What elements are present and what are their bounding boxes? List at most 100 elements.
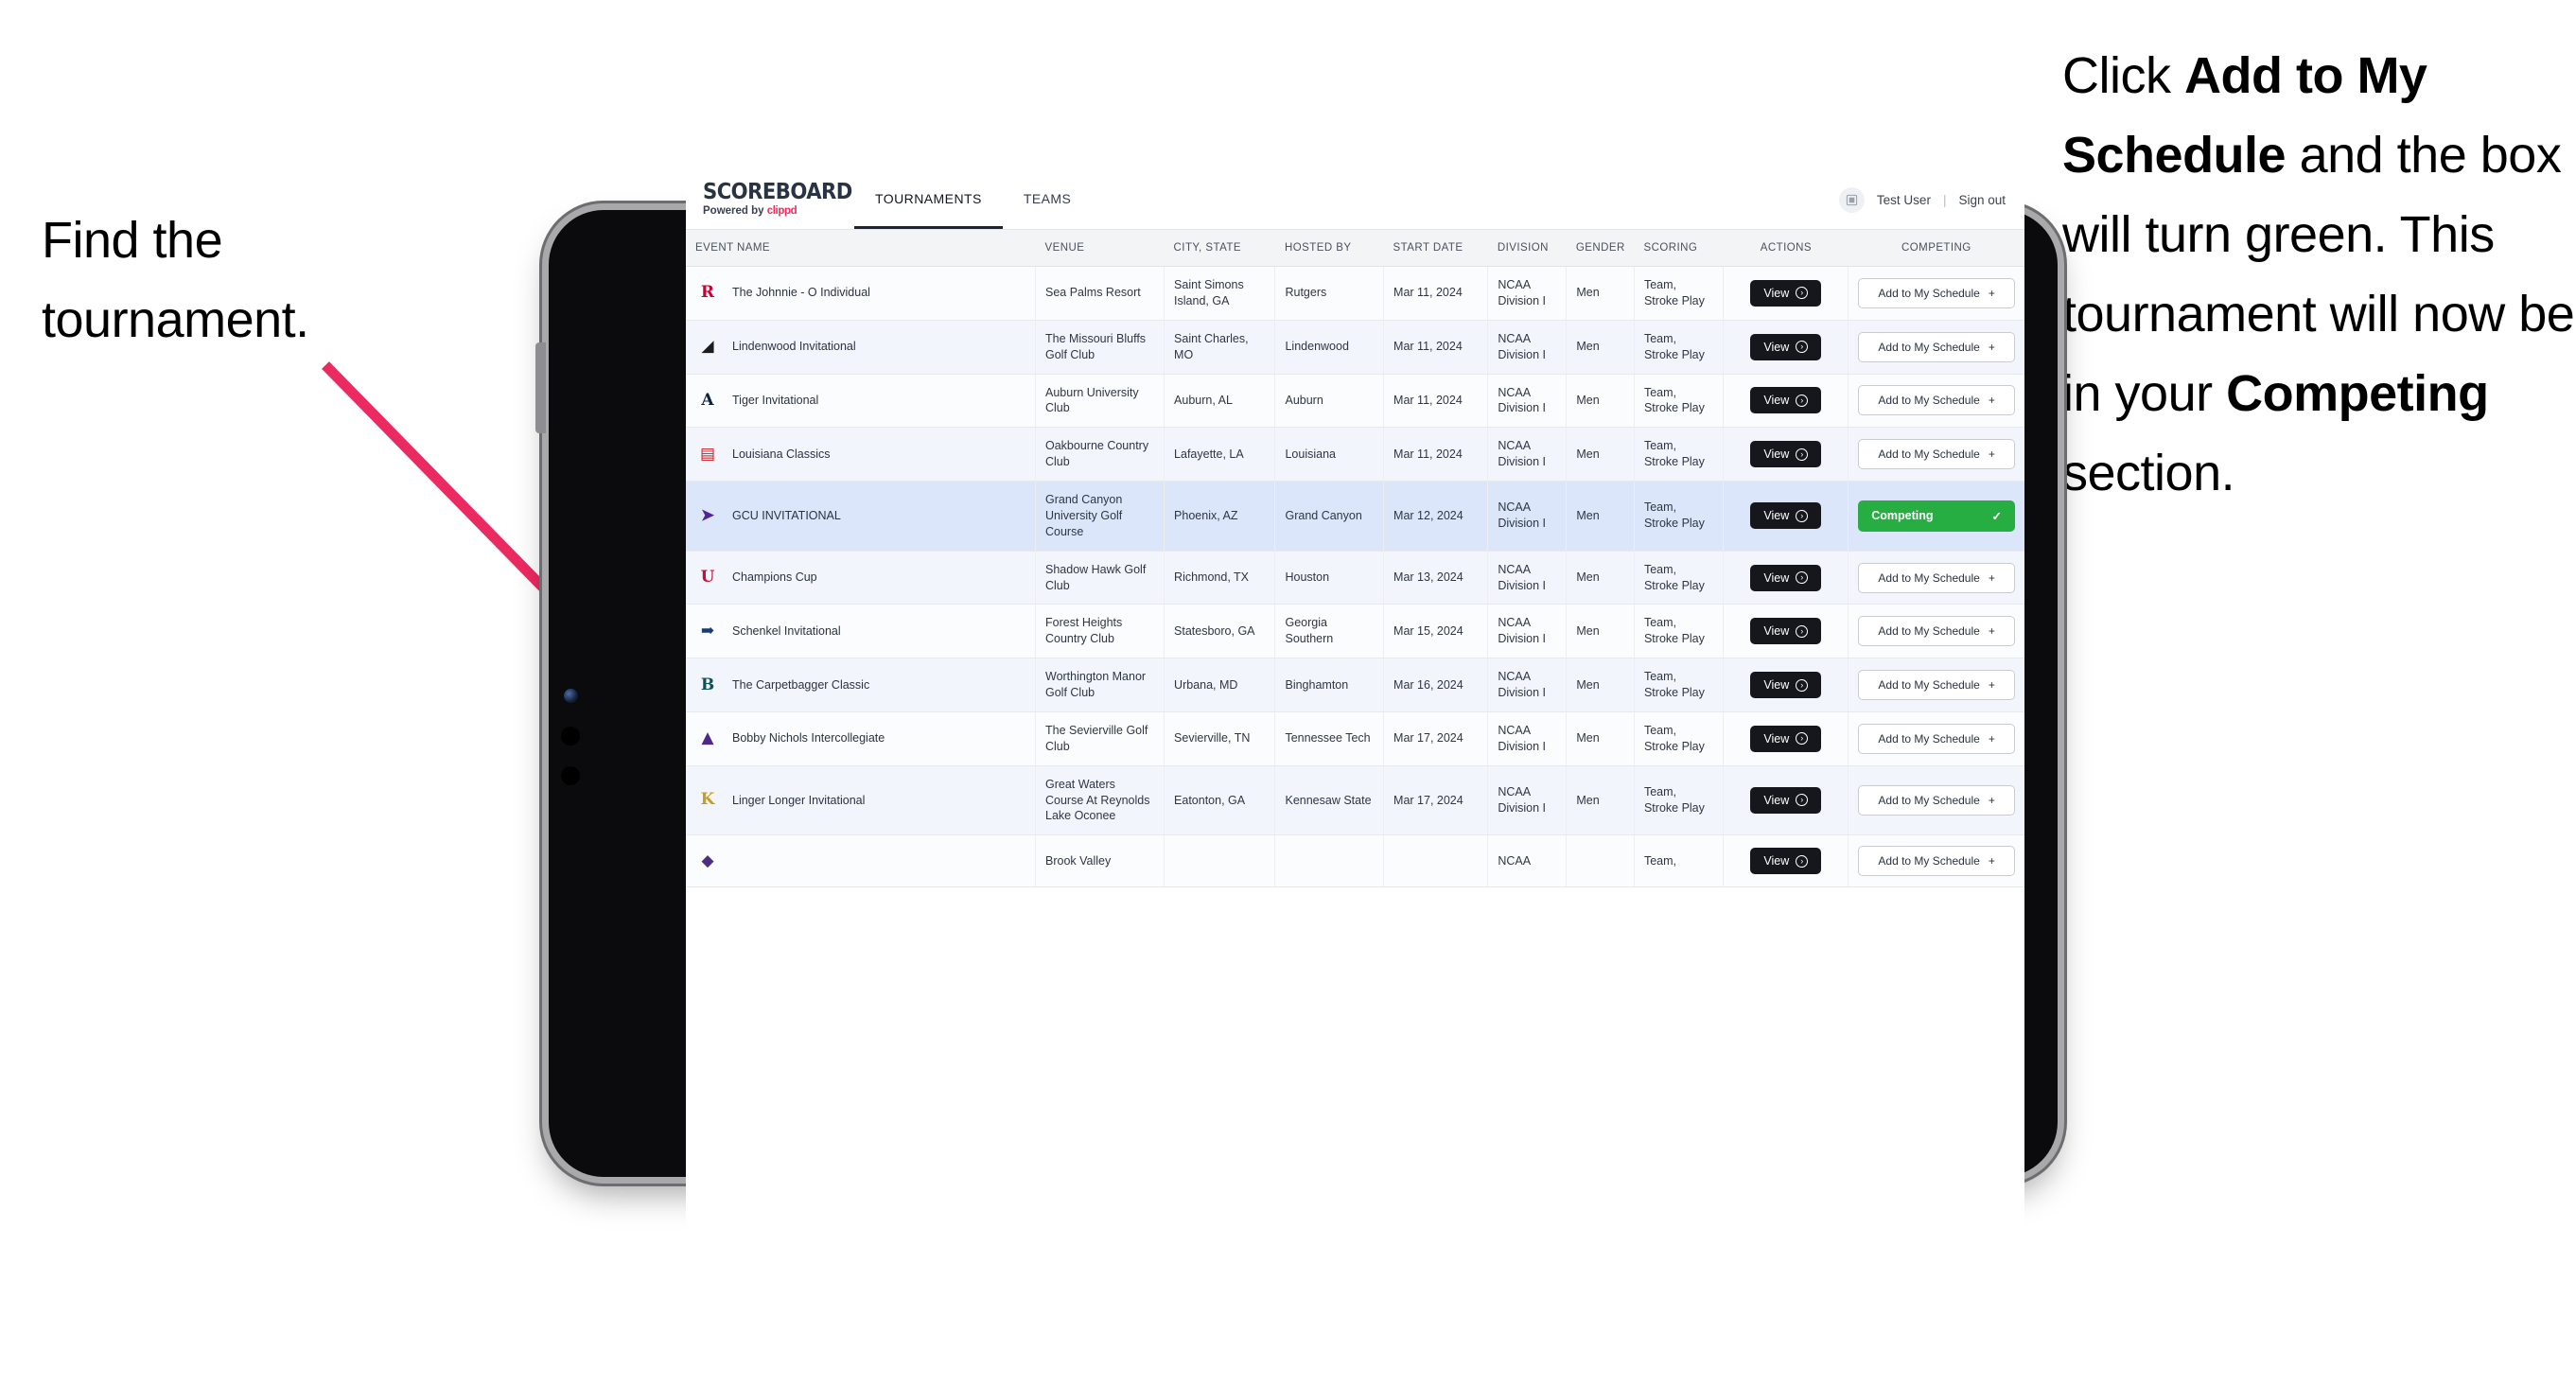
th-gender[interactable]: GENDER [1566,230,1635,267]
cell-event-name: R The Johnnie - O Individual [686,266,1036,321]
arrow-right-circle-icon: › [1796,854,1809,868]
table-row[interactable]: ▤ Louisiana Classics Oakbourne Country C… [686,427,2024,482]
cell-division: NCAA Division I [1487,711,1568,766]
view-button[interactable]: View › [1750,333,1822,360]
view-button[interactable]: View › [1750,672,1822,698]
cell-start-date: Mar 11, 2024 [1383,374,1489,429]
th-venue[interactable]: VENUE [1035,230,1165,267]
event-name[interactable]: Champions Cup [732,570,817,586]
th-hosted-by[interactable]: HOSTED BY [1274,230,1384,267]
view-button[interactable]: View › [1750,725,1822,752]
account-area: Test User | Sign out [1838,171,2024,229]
th-event-name[interactable]: EVENT NAME [686,230,1036,267]
team-logo-icon: ◆ [701,851,714,870]
table-row[interactable]: U Champions Cup Shadow Hawk Golf Club Ri… [686,551,2024,605]
cell-division: NCAA Division I [1487,374,1568,429]
cell-hosted-by: Rutgers [1274,266,1385,321]
annotation-left: Find the tournament. [42,201,439,360]
cell-venue: Brook Valley [1035,834,1165,888]
th-division[interactable]: DIVISION [1487,230,1567,267]
brand-logo[interactable]: SCOREBOARD Powered by clippd [686,171,854,229]
check-icon: ✓ [1991,509,2002,523]
cell-event-name: ➤ GCU INVITATIONAL [686,481,1036,552]
cell-division: NCAA [1487,834,1568,888]
add-to-my-schedule-button[interactable]: Add to My Schedule + [1858,439,2015,470]
sign-out-link[interactable]: Sign out [1958,193,2006,207]
add-to-my-schedule-label: Add to My Schedule [1878,678,1980,692]
view-label: View [1763,624,1790,639]
event-name[interactable]: Lindenwood Invitational [732,339,856,355]
team-logo-icon: ➤ [700,505,715,525]
view-button[interactable]: View › [1750,387,1822,414]
tournaments-table: EVENT NAME VENUE CITY, STATE HOSTED BY S… [686,230,2024,888]
event-name[interactable]: Tiger Invitational [732,393,818,409]
view-label: View [1763,340,1790,354]
cell-start-date: Mar 11, 2024 [1383,266,1489,321]
add-to-my-schedule-button[interactable]: Add to My Schedule + [1858,723,2015,754]
view-button[interactable]: View › [1750,618,1822,645]
event-name[interactable]: Bobby Nichols Intercollegiate [732,730,885,746]
add-to-my-schedule-button[interactable]: Add to My Schedule + [1858,277,2015,308]
cell-actions: View › [1723,551,1849,605]
table-row[interactable]: K Linger Longer Invitational Great Water… [686,765,2024,836]
th-start-date[interactable]: START DATE [1383,230,1488,267]
plus-icon: + [1988,678,1995,692]
table-row[interactable]: ◆ Brook Valley NCAA Team, View › Add to … [686,834,2024,888]
add-to-my-schedule-button[interactable]: Add to My Schedule + [1858,331,2015,362]
cell-actions: View › [1723,765,1849,836]
annotation-right-part1: Click [2062,47,2184,104]
event-name[interactable]: Linger Longer Invitational [732,793,865,809]
cell-actions: View › [1723,604,1849,659]
view-button[interactable]: View › [1750,848,1822,875]
add-to-my-schedule-button[interactable]: Add to My Schedule + [1858,784,2015,816]
event-name[interactable]: The Carpetbagger Classic [732,677,869,693]
view-button[interactable]: View › [1750,786,1822,814]
annotation-right-part3: section. [2062,445,2235,501]
add-to-my-schedule-button[interactable]: Add to My Schedule + [1858,562,2015,593]
cell-venue: Forest Heights Country Club [1035,604,1165,659]
table-body: R The Johnnie - O Individual Sea Palms R… [686,266,2024,888]
add-to-my-schedule-button[interactable]: Add to My Schedule + [1858,385,2015,416]
table-row[interactable]: A Tiger Invitational Auburn University C… [686,374,2024,429]
cell-actions: View › [1723,374,1849,429]
add-to-my-schedule-button[interactable]: Add to My Schedule + [1858,616,2015,647]
table-row[interactable]: ➤ GCU INVITATIONAL Grand Canyon Universi… [686,481,2024,552]
th-city-state[interactable]: CITY, STATE [1164,230,1275,267]
add-to-my-schedule-button[interactable]: Add to My Schedule + [1858,670,2015,700]
table-row[interactable]: B The Carpetbagger Classic Worthington M… [686,658,2024,712]
avatar[interactable] [1838,187,1865,213]
view-button[interactable]: View › [1750,564,1822,591]
team-logo-icon: R [700,283,715,303]
view-button[interactable]: View › [1750,502,1822,530]
brand-subtitle: Powered by clippd [703,205,854,217]
cell-event-name: ▲ Bobby Nichols Intercollegiate [686,711,1036,766]
cell-scoring: Team, Stroke Play [1634,266,1725,321]
tablet-side-button[interactable] [535,342,546,433]
competing-badge[interactable]: Competing ✓ [1858,500,2015,532]
event-name[interactable]: The Johnnie - O Individual [732,285,870,301]
team-logo-icon: ▲ [701,728,714,748]
page-root: Find the tournament. Click Add to My Sch… [0,0,2576,1386]
view-button[interactable]: View › [1750,441,1822,468]
cell-city-state: Sevierville, TN [1164,711,1276,766]
tab-tournaments[interactable]: TOURNAMENTS [854,171,1003,229]
event-name[interactable]: Schenkel Invitational [732,623,841,640]
view-button[interactable]: View › [1750,279,1822,307]
cell-scoring: Team, Stroke Play [1634,374,1725,429]
th-scoring[interactable]: SCORING [1634,230,1724,267]
table-row[interactable]: ➡ Schenkel Invitational Forest Heights C… [686,604,2024,659]
add-to-my-schedule-button[interactable]: Add to My Schedule + [1858,846,2015,877]
table-row[interactable]: ◢ Lindenwood Invitational The Missouri B… [686,320,2024,375]
tab-teams[interactable]: TEAMS [1003,171,1092,229]
add-to-my-schedule-label: Add to My Schedule [1878,394,1980,408]
annotation-left-line2: tournament. [42,291,309,348]
annotation-left-line1: Find the [42,212,223,269]
cell-division: NCAA Division I [1487,266,1568,321]
table-row[interactable]: ▲ Bobby Nichols Intercollegiate The Sevi… [686,711,2024,766]
event-name[interactable]: GCU INVITATIONAL [732,508,841,524]
event-name[interactable]: Louisiana Classics [732,447,831,463]
view-label: View [1763,447,1790,462]
table-row[interactable]: R The Johnnie - O Individual Sea Palms R… [686,266,2024,321]
cell-venue: The Sevierville Golf Club [1035,711,1165,766]
cell-venue: The Missouri Bluffs Golf Club [1035,320,1165,375]
